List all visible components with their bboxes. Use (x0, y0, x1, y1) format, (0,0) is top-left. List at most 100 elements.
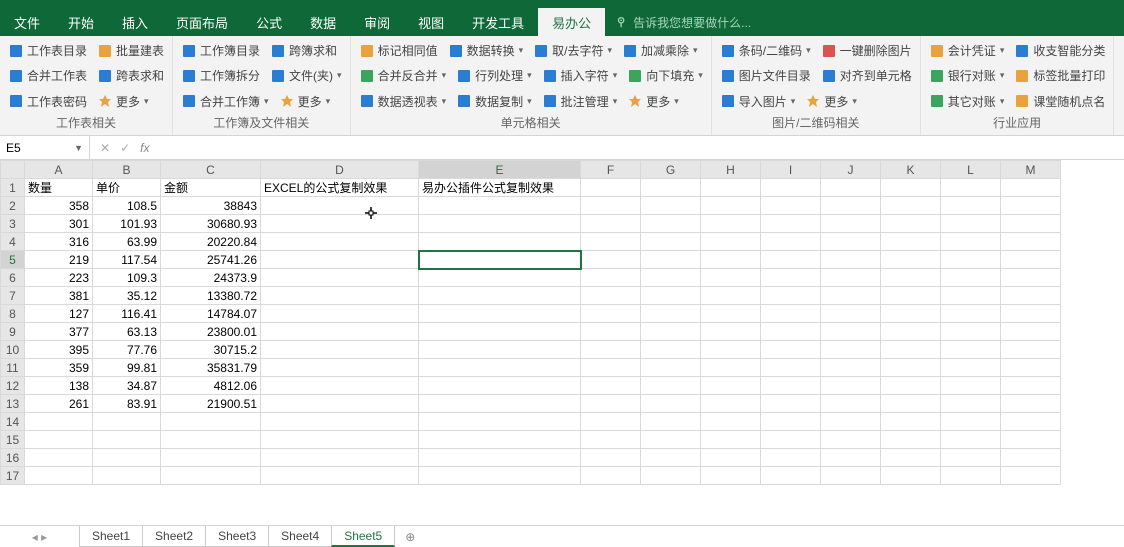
cell[interactable] (701, 431, 761, 449)
cell[interactable] (1001, 449, 1061, 467)
cell[interactable] (821, 251, 881, 269)
cell[interactable] (821, 377, 881, 395)
cell[interactable] (881, 287, 941, 305)
cell[interactable] (641, 413, 701, 431)
cell[interactable] (701, 323, 761, 341)
cell[interactable] (641, 359, 701, 377)
cell[interactable] (261, 323, 419, 341)
cell[interactable] (641, 431, 701, 449)
row-header[interactable]: 3 (1, 215, 25, 233)
cell[interactable] (701, 341, 761, 359)
col-header-H[interactable]: H (701, 161, 761, 179)
cell[interactable] (419, 413, 581, 431)
tab-数据[interactable]: 数据 (296, 8, 350, 36)
cell[interactable] (261, 413, 419, 431)
cell[interactable] (821, 287, 881, 305)
cell[interactable] (581, 233, 641, 251)
cell[interactable]: 35.12 (93, 287, 161, 305)
cmd-更多[interactable]: 更多▾ (623, 91, 683, 112)
tell-me-search[interactable]: 告诉我您想要做什么... (605, 8, 761, 36)
cell[interactable] (881, 359, 941, 377)
cell[interactable] (881, 305, 941, 323)
cell[interactable] (419, 341, 581, 359)
cell[interactable] (93, 449, 161, 467)
cmd-文件(夹)[interactable]: 文件(夹)▾ (266, 65, 346, 86)
cmd-更多[interactable]: 更多▾ (93, 91, 153, 112)
row-header[interactable]: 5 (1, 251, 25, 269)
cell[interactable]: 108.5 (93, 197, 161, 215)
col-header-L[interactable]: L (941, 161, 1001, 179)
cmd-图片文件目录[interactable]: 图片文件目录 (716, 65, 815, 86)
cell[interactable] (261, 287, 419, 305)
cell[interactable]: 4812.06 (161, 377, 261, 395)
cell[interactable]: EXCEL的公式复制效果 (261, 179, 419, 197)
cell[interactable]: 24373.9 (161, 269, 261, 287)
cell[interactable] (1001, 413, 1061, 431)
col-header-G[interactable]: G (641, 161, 701, 179)
cell[interactable]: 109.3 (93, 269, 161, 287)
cell[interactable]: 单价 (93, 179, 161, 197)
cell[interactable] (941, 269, 1001, 287)
cell[interactable] (641, 467, 701, 485)
row-header[interactable]: 6 (1, 269, 25, 287)
sheet-tab-Sheet4[interactable]: Sheet4 (268, 526, 332, 547)
cell[interactable]: 20220.84 (161, 233, 261, 251)
tab-文件[interactable]: 文件 (0, 8, 54, 36)
cell[interactable] (419, 377, 581, 395)
cell[interactable] (881, 269, 941, 287)
cell[interactable] (701, 215, 761, 233)
cell[interactable] (701, 395, 761, 413)
cell[interactable] (581, 377, 641, 395)
cell[interactable] (941, 341, 1001, 359)
cell[interactable] (581, 215, 641, 233)
cell[interactable] (761, 413, 821, 431)
cell[interactable] (93, 431, 161, 449)
cmd-工作簿拆分[interactable]: 工作簿拆分 (177, 65, 264, 86)
cell[interactable] (261, 377, 419, 395)
cell[interactable] (701, 449, 761, 467)
cell[interactable]: 99.81 (93, 359, 161, 377)
cell[interactable] (25, 431, 93, 449)
cmd-标签批量打印[interactable]: 标签批量打印 (1010, 65, 1109, 86)
cell[interactable] (261, 215, 419, 233)
cell[interactable] (581, 395, 641, 413)
cell[interactable] (419, 323, 581, 341)
cell[interactable] (161, 449, 261, 467)
cell[interactable] (161, 413, 261, 431)
cell[interactable]: 数量 (25, 179, 93, 197)
col-header-I[interactable]: I (761, 161, 821, 179)
row-header[interactable]: 17 (1, 467, 25, 485)
cell[interactable] (581, 359, 641, 377)
cell[interactable] (261, 449, 419, 467)
cell[interactable] (261, 359, 419, 377)
cell[interactable] (419, 197, 581, 215)
sheet-tab-Sheet5[interactable]: Sheet5 (331, 526, 395, 547)
cell[interactable] (25, 467, 93, 485)
cell[interactable] (821, 179, 881, 197)
cell[interactable] (941, 179, 1001, 197)
cmd-收支智能分类[interactable]: 收支智能分类 (1010, 40, 1109, 61)
cell[interactable] (581, 251, 641, 269)
cell[interactable]: 21900.51 (161, 395, 261, 413)
cell[interactable]: 358 (25, 197, 93, 215)
cell[interactable] (761, 395, 821, 413)
cancel-icon[interactable]: ✕ (100, 141, 110, 155)
cell[interactable] (25, 449, 93, 467)
cell[interactable] (641, 269, 701, 287)
name-box[interactable]: ▼ (0, 136, 90, 159)
cell[interactable] (641, 287, 701, 305)
cell[interactable] (261, 251, 419, 269)
cell[interactable] (581, 197, 641, 215)
cell[interactable] (761, 251, 821, 269)
col-header-B[interactable]: B (93, 161, 161, 179)
namebox-dropdown-icon[interactable]: ▼ (74, 143, 83, 153)
cmd-向下填充[interactable]: 向下填充▾ (623, 65, 707, 86)
cell[interactable] (419, 431, 581, 449)
enter-icon[interactable]: ✓ (120, 141, 130, 155)
cell[interactable] (419, 449, 581, 467)
cell[interactable] (821, 269, 881, 287)
cell[interactable]: 35831.79 (161, 359, 261, 377)
col-header-F[interactable]: F (581, 161, 641, 179)
cell[interactable]: 117.54 (93, 251, 161, 269)
cell[interactable] (701, 413, 761, 431)
